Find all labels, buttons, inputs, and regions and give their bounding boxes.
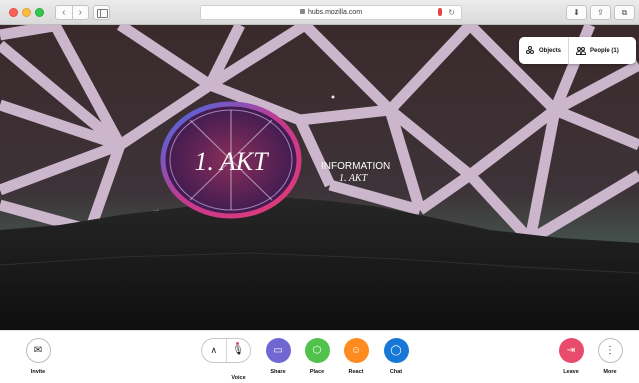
chat-button[interactable]: ◯ Chat	[381, 338, 411, 375]
hubs-3d-scene[interactable]: 1. AKT INFORMATION 1. AKT	[0, 25, 639, 330]
objects-label: Objects	[539, 47, 562, 54]
mic-status-dot	[236, 342, 239, 345]
people-label: People (1)	[590, 47, 619, 54]
act-sign[interactable]: 1. AKT	[160, 101, 302, 219]
star-dot	[331, 95, 335, 99]
url-text: hubs.mozilla.com	[307, 9, 363, 16]
share-page-icon[interactable]: ⇪	[590, 5, 611, 20]
scene-canvas: 1. AKT INFORMATION 1. AKT	[0, 25, 639, 330]
lock-icon	[299, 9, 305, 14]
info-subtitle: 1. AKT	[339, 173, 369, 184]
place-button[interactable]: ⬡ Place	[302, 338, 332, 375]
leave-label: Leave	[563, 369, 579, 375]
voice-control: ∧ 🎙︎	[201, 338, 251, 363]
chat-label: Chat	[389, 369, 403, 375]
voice-label: Voice	[231, 375, 246, 381]
download-icon[interactable]: ⬇	[566, 5, 587, 20]
microphone-recording-icon[interactable]	[438, 8, 442, 16]
share-label: Share	[270, 369, 286, 375]
info-title: INFORMATION	[321, 161, 390, 172]
more-vertical-icon: ⋮	[597, 338, 623, 363]
forward-button[interactable]: ›	[71, 6, 89, 19]
invite-label: Invite	[30, 369, 46, 375]
invite-button[interactable]: ✉ Invite	[23, 338, 53, 375]
screen-share-icon: ▭	[265, 338, 291, 363]
sidebar-toggle-icon[interactable]	[93, 5, 110, 20]
envelope-icon: ✉	[25, 338, 51, 363]
zoom-window-button[interactable]	[35, 8, 44, 17]
bottom-toolbar: ✉ Invite ∧ 🎙︎ Voice ▭ Share ⬡ Place ☺ Re…	[0, 330, 639, 383]
back-button[interactable]: ‹	[56, 6, 72, 19]
voice-options-button[interactable]: ∧	[202, 339, 226, 362]
browser-titlebar: ‹ › hubs.mozilla.com ↻ ⬇ ⇪ ⧉	[0, 0, 639, 25]
close-window-button[interactable]	[9, 8, 18, 17]
minimize-window-button[interactable]	[22, 8, 31, 17]
objects-icon	[526, 46, 535, 55]
address-bar[interactable]: hubs.mozilla.com ↻	[200, 5, 462, 20]
people-button[interactable]: People (1)	[568, 37, 626, 64]
react-label: React	[348, 369, 364, 375]
people-icon	[576, 46, 587, 55]
cube-icon: ⬡	[304, 338, 330, 363]
history-navigation: ‹ ›	[55, 5, 89, 20]
react-button[interactable]: ☺ React	[341, 338, 371, 375]
top-right-panel: Objects People (1)	[519, 37, 636, 64]
smiley-icon: ☺	[343, 338, 369, 363]
microphone-muted-icon: 🎙︎	[232, 345, 244, 355]
chevron-up-icon: ∧	[210, 345, 218, 355]
share-button[interactable]: ▭ Share	[263, 338, 293, 375]
more-button[interactable]: ⋮ More	[595, 338, 625, 375]
reload-icon[interactable]: ↻	[448, 6, 455, 19]
chat-bubble-icon: ◯	[383, 338, 409, 363]
address-text-wrap: hubs.mozilla.com	[201, 6, 461, 19]
leave-door-icon: ⇥	[558, 338, 584, 363]
more-label: More	[603, 369, 617, 375]
leave-button[interactable]: ⇥ Leave	[556, 338, 586, 375]
place-label: Place	[309, 369, 325, 375]
sign-text: 1. AKT	[194, 147, 269, 176]
objects-button[interactable]: Objects	[519, 37, 568, 64]
tab-overview-icon[interactable]: ⧉	[614, 5, 635, 20]
